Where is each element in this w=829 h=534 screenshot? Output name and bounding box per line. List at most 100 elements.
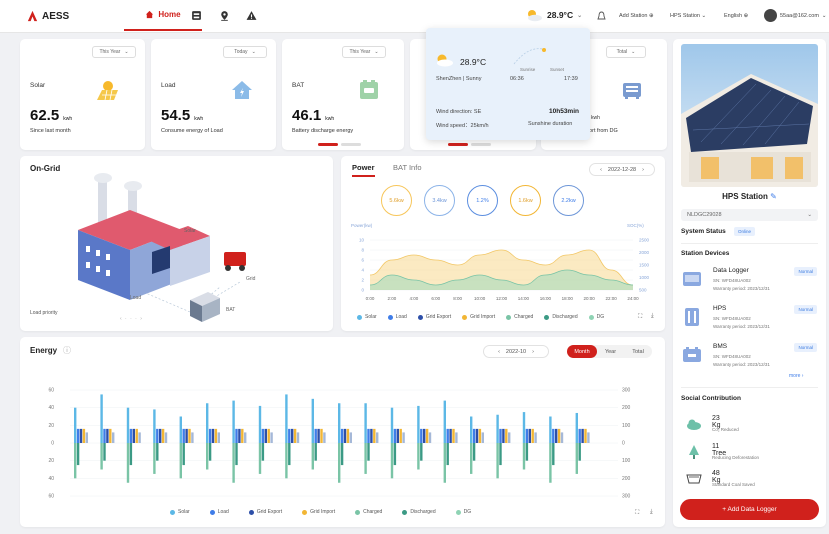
legend-item[interactable]: DG [455, 509, 471, 515]
legend-item[interactable]: Charged [506, 314, 533, 320]
period-dropdown[interactable]: Total ⌄ [606, 46, 646, 58]
bar [581, 428, 584, 443]
legend-item[interactable]: Charged [355, 509, 382, 515]
ongrid-card: On-Grid Solar Grid Load BAT Load priorit… [20, 156, 333, 331]
y2-tick-label: 100 [622, 423, 631, 429]
carousel-pager[interactable] [318, 143, 361, 146]
add-data-logger-button[interactable]: + Add Data Logger [680, 499, 819, 520]
power-legend: Solar Load Grid Export Grid Import Charged Di… [357, 314, 604, 320]
language-selector[interactable]: English ⊕ [724, 13, 748, 19]
alert-icon[interactable] [246, 10, 257, 21]
bar [264, 428, 267, 443]
month-picker[interactable]: ‹ 2022-10 › [483, 345, 549, 358]
legend-item[interactable]: Grid Export [248, 509, 282, 515]
bar [235, 428, 238, 443]
account-email: 55aa@162.com [780, 12, 819, 19]
legend-item[interactable]: Solar [170, 509, 190, 515]
y2-tick-label: 500 [639, 288, 647, 293]
bar [443, 400, 446, 443]
x-tick-label: 24:00 [627, 296, 639, 301]
tab-year[interactable]: Year [597, 345, 624, 358]
x-tick-label: 10:00 [474, 296, 486, 301]
avatar [764, 9, 777, 22]
bar [443, 443, 446, 483]
bar [100, 443, 103, 470]
legend-item[interactable]: Discharged [544, 314, 578, 320]
y2-tick-label: 1500 [639, 263, 650, 268]
station-selector[interactable]: HPS Station ⌄ [670, 13, 706, 19]
download-icon[interactable]: ⤓ [650, 509, 653, 516]
legend-item[interactable]: Solar [357, 314, 377, 320]
carousel-pager[interactable] [448, 143, 491, 146]
bar [425, 428, 429, 443]
brand-logo[interactable]: AESS [26, 10, 69, 23]
device-bms[interactable]: BMS SN: WFD48UA002 Warranty period: 2023… [681, 341, 819, 379]
fullscreen-icon[interactable]: ⛶ [638, 314, 642, 321]
status-badge: Online [734, 227, 756, 236]
bar [320, 428, 323, 443]
sun-arc-icon [513, 48, 547, 65]
bar [428, 432, 432, 443]
date-picker[interactable]: ‹ 2022-12-28 › [589, 163, 655, 176]
add-station-link[interactable]: Add Station ⊕ [619, 13, 654, 19]
stat-card-bat: This Year ⌄ BAT 46.1 kwh Battery discharge… [282, 39, 404, 150]
wind-direction: Wind direction: SE [436, 109, 482, 115]
bar [314, 428, 317, 443]
bar [208, 443, 212, 461]
metric-circle: 3.4kw [424, 185, 455, 216]
stat-subtitle: Consume energy of Load [161, 128, 223, 134]
bar [296, 432, 300, 443]
status-badge: Normal [794, 343, 817, 352]
download-icon[interactable]: ⤓ [651, 313, 654, 320]
carousel-dots[interactable]: ‹ · · · › [120, 316, 143, 322]
bar [232, 400, 235, 443]
legend-item[interactable]: DG [588, 314, 604, 320]
device-data-logger[interactable]: Data Logger SN: WFD48UA002 Warranty peri… [681, 265, 819, 303]
generator-icon [224, 252, 246, 271]
info-icon[interactable]: ⓘ [63, 345, 71, 356]
bar [475, 428, 479, 443]
legend-item[interactable]: Discharged [402, 509, 436, 515]
period-dropdown[interactable]: This Year ⌄ [92, 46, 136, 58]
tab-bat-info[interactable]: BAT Info [393, 163, 422, 172]
bar [478, 428, 482, 443]
bar [393, 443, 397, 466]
metric-circle: 5.6kw [381, 185, 412, 216]
location-icon[interactable] [219, 10, 230, 21]
bar [390, 443, 394, 479]
ongrid-solar-label: Solar [184, 228, 196, 234]
device-icon[interactable] [191, 10, 202, 21]
account-menu[interactable]: 55aa@162.com ⌄ [764, 9, 827, 22]
tab-power[interactable]: Power [352, 163, 375, 177]
legend-item[interactable]: Grid Import [302, 509, 335, 515]
y2-tick-label: 2000 [639, 250, 650, 255]
device-hps[interactable]: HPS SN: WFD48UA002 Warranty period: 2023… [681, 303, 819, 341]
bar [470, 416, 473, 443]
x-tick-label: 0:00 [366, 296, 375, 301]
fullscreen-icon[interactable]: ⛶ [635, 510, 639, 517]
x-tick-label: 6:00 [431, 296, 440, 301]
bell-icon[interactable] [597, 11, 606, 21]
tab-total[interactable]: Total [624, 345, 652, 358]
power-area-chart: 0 2 4 6 8 10 500 1000 1500 2000 2500 0:00 2:00 4:00 6:… [359, 238, 650, 302]
legend-item[interactable]: Grid Export [417, 314, 451, 320]
sun-cloud-icon [437, 54, 453, 67]
station-select[interactable]: NLDGC29028 ⌄ [681, 209, 818, 221]
device-warranty: Warranty period: 2023/12/31 [713, 324, 770, 329]
legend-item[interactable]: Load [209, 509, 229, 515]
bar [555, 428, 558, 443]
period-tabs: Month Year Total [567, 345, 652, 358]
period-dropdown[interactable]: Today ⌄ [223, 46, 267, 58]
x-tick-label: 4:00 [409, 296, 418, 301]
y-tick-label: 40 [48, 476, 54, 482]
sunrise-time: 06:36 [510, 76, 524, 82]
legend-item[interactable]: Load [387, 314, 407, 320]
stat-subtitle: Battery discharge energy [292, 128, 354, 134]
period-dropdown[interactable]: This Year ⌄ [342, 46, 386, 58]
x-tick-label: 14:00 [518, 296, 530, 301]
edit-icon[interactable]: ✎ [770, 192, 777, 201]
legend-item[interactable]: Grid Import [462, 314, 495, 320]
bar [191, 432, 194, 443]
tab-month[interactable]: Month [567, 345, 597, 358]
header-weather[interactable]: 28.9°C ⌄ [525, 8, 582, 22]
